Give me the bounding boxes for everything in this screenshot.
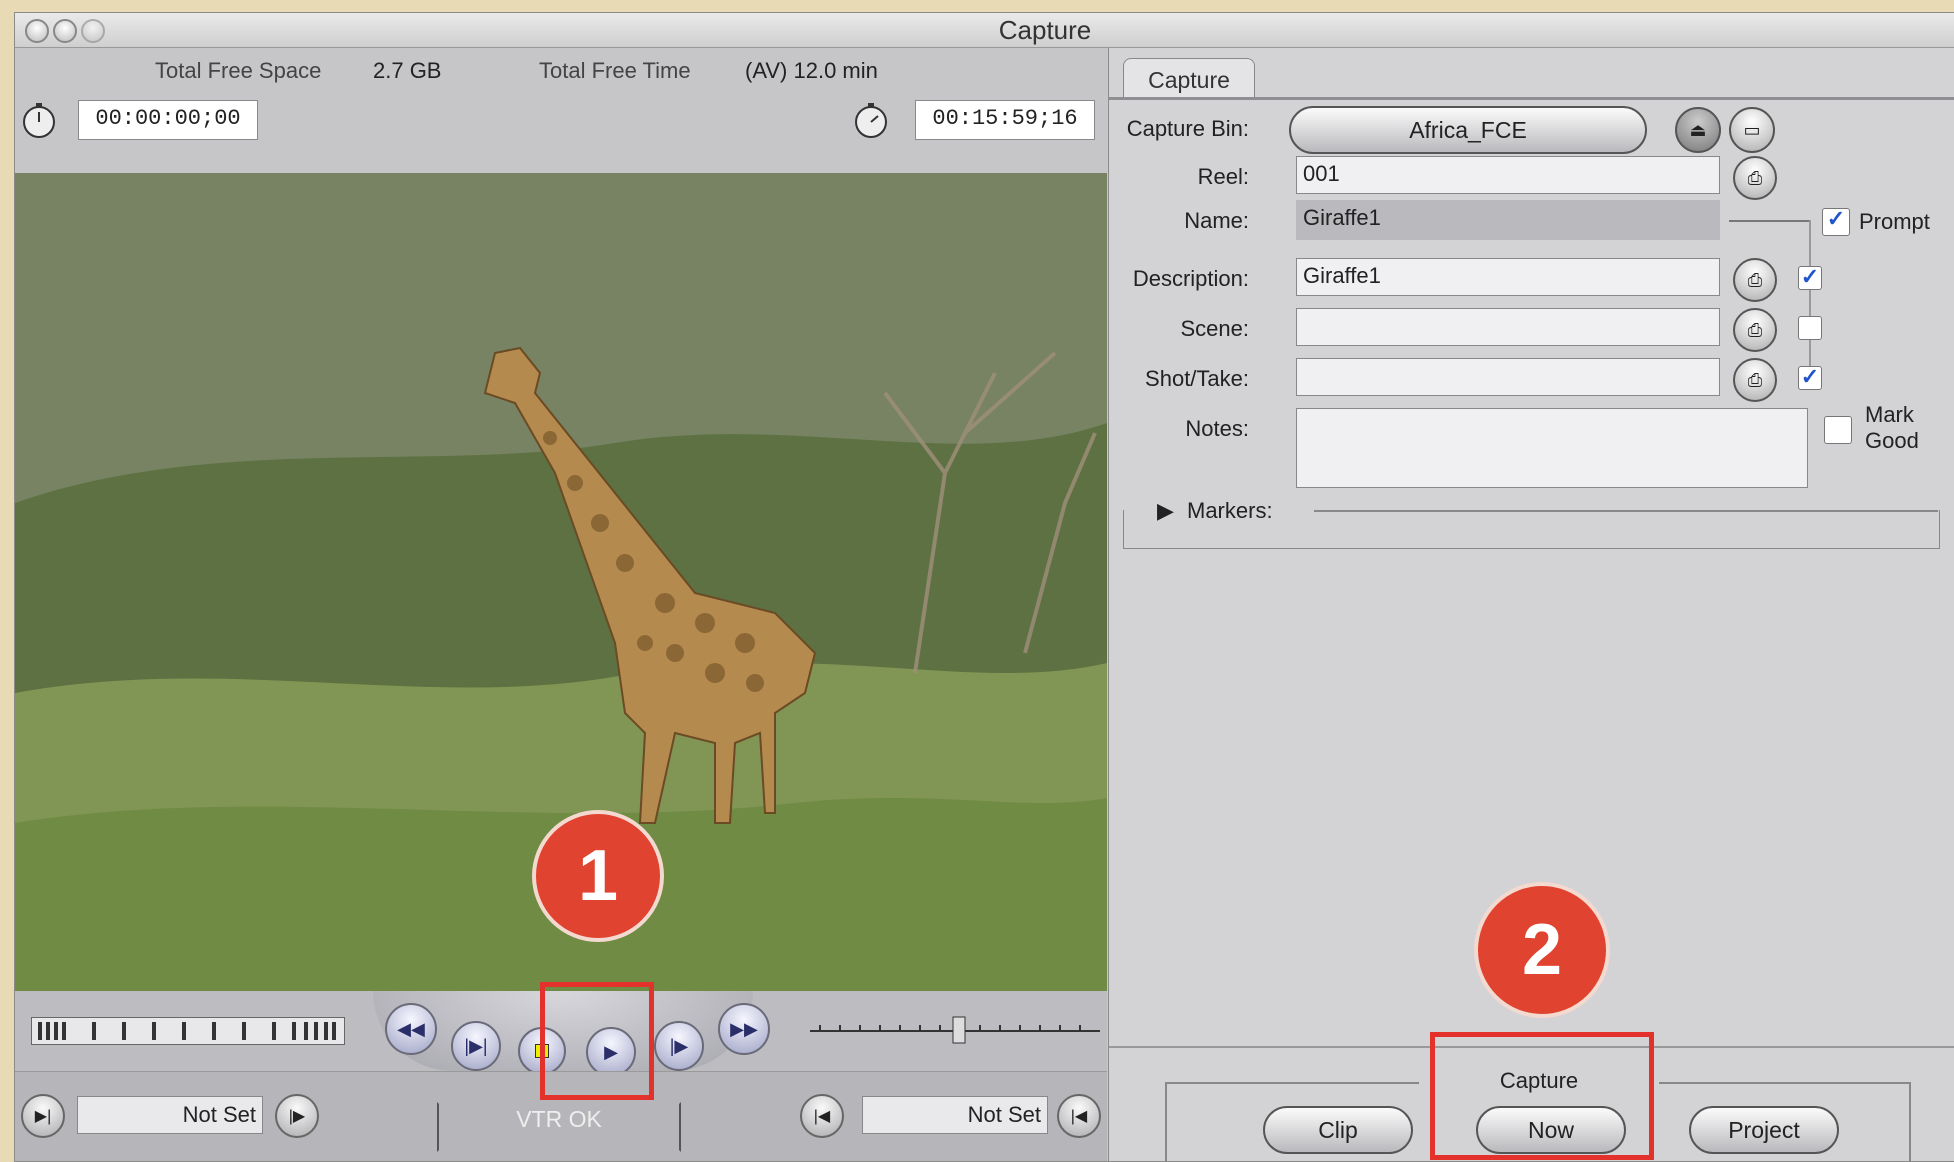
free-time-label: Total Free Time	[539, 58, 691, 83]
reel-slate-icon[interactable]: ⎙	[1733, 156, 1777, 200]
prompt-label: Prompt	[1859, 209, 1930, 234]
scene-label: Scene:	[1180, 316, 1250, 341]
window-title: Capture	[998, 15, 1092, 45]
name-label: Name:	[1184, 208, 1249, 233]
in-point-field[interactable]: Not Set	[77, 1096, 263, 1134]
mark-good-checkbox[interactable]	[1824, 416, 1852, 444]
tab-strip	[1109, 97, 1954, 100]
shot-take-label: Shot/Take:	[1145, 366, 1249, 391]
description-slate-icon[interactable]: ⎙	[1733, 258, 1777, 302]
capture-project-button[interactable]: Project	[1689, 1106, 1839, 1154]
reel-field[interactable]: 001	[1296, 156, 1720, 194]
title-bar: Capture	[15, 13, 1954, 48]
name-field: Giraffe1	[1296, 200, 1720, 240]
rewind-button[interactable]: ◀◀	[385, 1003, 437, 1055]
next-edit-button[interactable]: |▶	[654, 1021, 704, 1071]
free-space-label: Total Free Space	[155, 58, 322, 83]
shot-take-slate-icon[interactable]: ⎙	[1733, 358, 1777, 402]
scene-checkbox[interactable]	[1798, 316, 1822, 340]
new-bin-icon[interactable]: ▭	[1729, 107, 1775, 153]
notes-field[interactable]	[1296, 408, 1808, 488]
highlight-play-box	[540, 982, 654, 1100]
description-field[interactable]: Giraffe1	[1296, 258, 1720, 296]
shot-take-field[interactable]	[1296, 358, 1720, 396]
go-to-in-button[interactable]: |▶	[275, 1094, 319, 1138]
scene-slate-icon[interactable]: ⎙	[1733, 308, 1777, 352]
step-1-badge: 1	[532, 810, 664, 942]
notes-label: Notes:	[1185, 416, 1249, 441]
highlight-capture-now-box	[1430, 1032, 1654, 1160]
out-point-field[interactable]: Not Set	[862, 1096, 1048, 1134]
scene-field[interactable]	[1296, 308, 1720, 346]
vtr-status: VTR OK	[516, 1106, 602, 1132]
shot-take-checkbox[interactable]: ✓	[1798, 366, 1822, 390]
duration-clock-icon	[851, 100, 891, 140]
markers-label: Markers:	[1187, 498, 1273, 523]
markers-divider	[1314, 510, 1938, 512]
capture-bin-button[interactable]: Africa_FCE	[1289, 106, 1647, 154]
previous-edit-button[interactable]: |▶|	[451, 1021, 501, 1071]
name-link-line	[1729, 220, 1809, 222]
mark-out-button[interactable]: |◀	[1057, 1094, 1101, 1138]
description-label: Description:	[1132, 266, 1249, 291]
go-to-out-button[interactable]: |◀	[800, 1094, 844, 1138]
mark-good-label-line2: Good	[1865, 428, 1919, 453]
markers-disclosure-icon[interactable]: ▶	[1157, 498, 1174, 524]
shuttle-slider[interactable]	[810, 1015, 1100, 1045]
capture-window: Capture Total Free Space 2.7 GB Total Fr…	[14, 12, 1954, 1162]
tab-capture[interactable]: Capture	[1123, 58, 1255, 99]
fast-forward-button[interactable]: ▶▶	[718, 1003, 770, 1055]
stopwatch-icon	[19, 100, 59, 140]
capture-clip-button[interactable]: Clip	[1263, 1106, 1413, 1154]
step-2-badge: 2	[1474, 882, 1610, 1018]
prompt-checkbox[interactable]: ✓	[1822, 208, 1850, 236]
capture-bin-label: Capture Bin:	[1126, 116, 1249, 141]
free-space-value: 2.7 GB	[373, 58, 442, 83]
mark-in-button[interactable]: ▶|	[21, 1094, 65, 1138]
mark-good-label-line1: Mark	[1865, 402, 1914, 427]
up-folder-icon[interactable]: ⏏	[1675, 107, 1721, 153]
free-time-value: (AV) 12.0 min	[745, 58, 878, 83]
description-checkbox[interactable]: ✓	[1798, 266, 1822, 290]
jog-shuttle-indicator[interactable]	[31, 1017, 345, 1045]
reel-label: Reel:	[1197, 164, 1249, 189]
timecode-duration-field[interactable]: 00:15:59;16	[915, 100, 1095, 140]
timecode-in-field[interactable]: 00:00:00;00	[78, 100, 258, 140]
